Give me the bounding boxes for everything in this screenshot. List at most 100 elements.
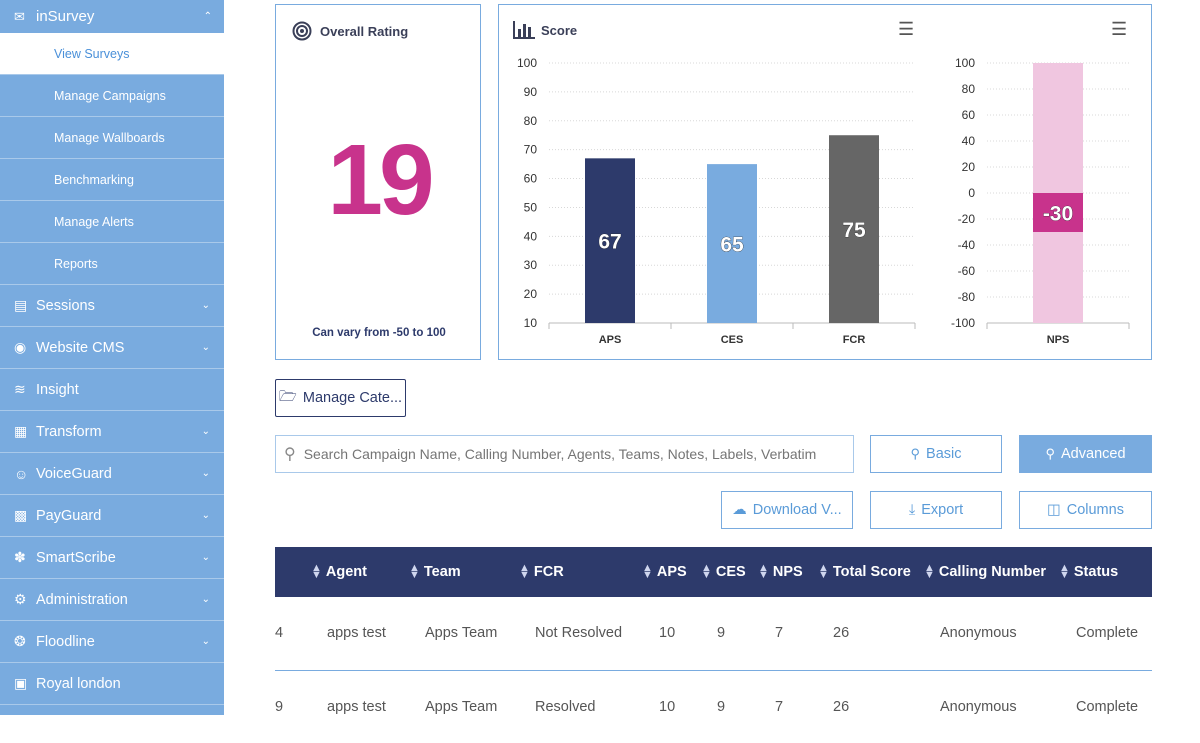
voice-icon: ☺ [14, 465, 29, 482]
column-header-total-score[interactable]: ▲ ▼ Total Score [818, 547, 911, 597]
sidebar-item-voiceguard[interactable]: ☺ VoiceGuard ⌄ [0, 453, 224, 495]
sidebar-subitem-manage-wallboards[interactable]: Manage Wallboards [0, 117, 224, 159]
search-box[interactable]: ⚲ [275, 435, 854, 473]
chevron-down-icon: ⌄ [201, 636, 210, 647]
lifebuoy-icon: ❂ [14, 633, 26, 649]
briefcase-icon: ▣ [14, 675, 28, 691]
y-tick-label: 40 [962, 134, 976, 148]
sidebar-subitem-manage-alerts[interactable]: Manage Alerts [0, 201, 224, 243]
y-tick-label: 40 [524, 229, 538, 243]
nps-bar-chart: -100 -80 -60 -40 -20 0 20 40 60 80 100 -30 NPS [951, 56, 1130, 346]
table-row[interactable]: 9 apps test Apps Team Resolved 10 9 7 26… [275, 671, 1152, 743]
sidebar-subitem-reports[interactable]: Reports [0, 243, 224, 285]
chevron-down-icon: ⌄ [201, 510, 210, 521]
sort-icon: ▲ ▼ [642, 562, 653, 581]
sidebar-item-website-cms[interactable]: ◉ Website CMS ⌄ [0, 327, 224, 369]
column-header-status[interactable]: ▲ ▼ Status [1059, 547, 1118, 597]
cell-team: Apps Team [425, 699, 498, 715]
columns-label: Columns [1066, 502, 1124, 518]
sidebar-item-label: inSurvey [36, 8, 95, 25]
score-bar-chart: 10 20 30 40 50 60 70 80 90 100 67 APS 65 CES 75 FCR [517, 56, 916, 346]
column-header-team[interactable]: ▲ ▼ Team [409, 547, 461, 597]
sidebar-item-transform[interactable]: ▦ Transform ⌄ [0, 411, 224, 453]
advanced-search-button[interactable]: ⚲ Advanced [1019, 435, 1152, 473]
sidebar-item-administration[interactable]: ⚙ Administration ⌄ [0, 579, 224, 621]
columns-button[interactable]: ◫ Columns [1019, 491, 1152, 529]
payment-icon: ▩ [14, 507, 28, 523]
scribe-icon: ✽ [14, 549, 26, 565]
search-icon: ⚲ [284, 446, 296, 463]
y-tick-label: 100 [955, 56, 975, 70]
cell-aps: 10 [659, 625, 676, 641]
chevron-up-icon: ⌃ [203, 11, 212, 22]
cell-status: Complete [1076, 699, 1139, 715]
export-button[interactable]: ⤓ Export [870, 491, 1002, 529]
sidebar-subitem-benchmarking[interactable]: Benchmarking [0, 159, 224, 201]
bar-chart-icon [513, 21, 535, 39]
column-header-calling-number[interactable]: ▲ ▼ Calling Number [924, 547, 1046, 597]
column-header-agent[interactable]: ▲ ▼ Agent [311, 547, 367, 597]
column-header-ces[interactable]: ▲ ▼ CES [701, 547, 746, 597]
x-tick-label: FCR [843, 334, 866, 346]
y-tick-label: -100 [951, 316, 975, 330]
overall-rating-label: Overall Rating [320, 23, 409, 39]
sort-icon: ▲ ▼ [1059, 562, 1070, 581]
sidebar-item-insight[interactable]: ≋ Insight [0, 369, 224, 411]
sidebar-item-smartscribe[interactable]: ✽ SmartScribe ⌄ [0, 537, 224, 579]
sidebar-item-label: Transform [36, 423, 102, 440]
chevron-down-icon: ⌄ [201, 342, 210, 353]
y-tick-label: 0 [968, 186, 975, 200]
chat-icon: ✉ [14, 8, 25, 24]
basic-search-button[interactable]: ⚲ Basic [870, 435, 1002, 473]
sidebar-item-floodline[interactable]: ❂ Floodline ⌄ [0, 621, 224, 663]
sort-icon: ▲ ▼ [519, 562, 530, 581]
sidebar-item-label: Sessions [36, 297, 95, 314]
column-header-aps[interactable]: ▲ ▼ APS [642, 547, 687, 597]
chevron-down-icon: ⌄ [201, 300, 210, 311]
overall-rating-title: Overall Rating [292, 21, 408, 41]
sidebar-item-label: Royal london [36, 675, 121, 692]
overall-rating-value: 19 [327, 124, 434, 236]
manage-categories-button[interactable]: 🗁 Manage Cate... [275, 379, 406, 417]
cell-status: Complete [1076, 625, 1139, 641]
sidebar-item-label: Website CMS [36, 339, 125, 356]
header-label: Total Score [832, 564, 911, 580]
sidebar-item-payguard[interactable]: ▩ PayGuard ⌄ [0, 495, 224, 537]
y-tick-label: 100 [517, 56, 537, 70]
sort-icon: ▲ ▼ [311, 562, 322, 581]
cell-agent: apps test [327, 625, 386, 641]
download-button[interactable]: ☁ Download V... [721, 491, 853, 529]
chart-menu-icon[interactable]: ☰ [898, 19, 914, 40]
cloud-download-icon: ☁ [732, 502, 747, 518]
manage-categories-label: Manage Cate... [302, 390, 403, 406]
insight-icon: ≋ [14, 381, 26, 397]
sidebar-item-insurvey[interactable]: ✉ inSurvey ⌃ [0, 0, 224, 34]
search-icon: ⚲ [910, 446, 921, 461]
chevron-down-icon: ⌄ [201, 426, 210, 437]
sort-icon: ▲ ▼ [924, 562, 935, 581]
search-icon: ⚲ [1045, 446, 1056, 461]
y-tick-label: -20 [958, 212, 976, 226]
header-label: Status [1073, 564, 1119, 580]
cell-total-score: 26 [833, 625, 850, 641]
data-label: 65 [720, 234, 744, 257]
table-row[interactable]: 4 apps test Apps Team Not Resolved 10 9 … [275, 597, 1152, 669]
y-tick-label: 70 [524, 143, 538, 157]
search-input[interactable] [303, 446, 844, 462]
table-header: ▲ ▼ Agent ▲ ▼ Team ▲ ▼ FCR ▲ ▼ APS ▲ ▼ CES ▲ ▼ NPS ▲… [275, 547, 1152, 597]
sidebar-subitem-view-surveys[interactable]: View Surveys [0, 34, 224, 75]
overall-rating-panel: Overall Rating 19 Can vary from -50 to 1… [275, 4, 481, 360]
y-tick-label: -60 [958, 264, 976, 278]
sort-icon: ▲ ▼ [758, 562, 769, 581]
header-label: Agent [325, 564, 367, 580]
sidebar-subitem-manage-campaigns[interactable]: Manage Campaigns [0, 75, 224, 117]
column-header-fcr[interactable]: ▲ ▼ FCR [519, 547, 564, 597]
nps-chart-menu-icon[interactable]: ☰ [1111, 19, 1127, 40]
column-header-nps[interactable]: ▲ ▼ NPS [758, 547, 803, 597]
sort-icon: ▲ ▼ [701, 562, 712, 581]
download-icon: ⤓ [908, 502, 916, 518]
sidebar-item-royal-london[interactable]: ▣ Royal london [0, 663, 224, 705]
y-tick-label: 60 [524, 172, 538, 186]
target-icon [292, 21, 312, 41]
sidebar-item-sessions[interactable]: ▤ Sessions ⌄ [0, 285, 224, 327]
